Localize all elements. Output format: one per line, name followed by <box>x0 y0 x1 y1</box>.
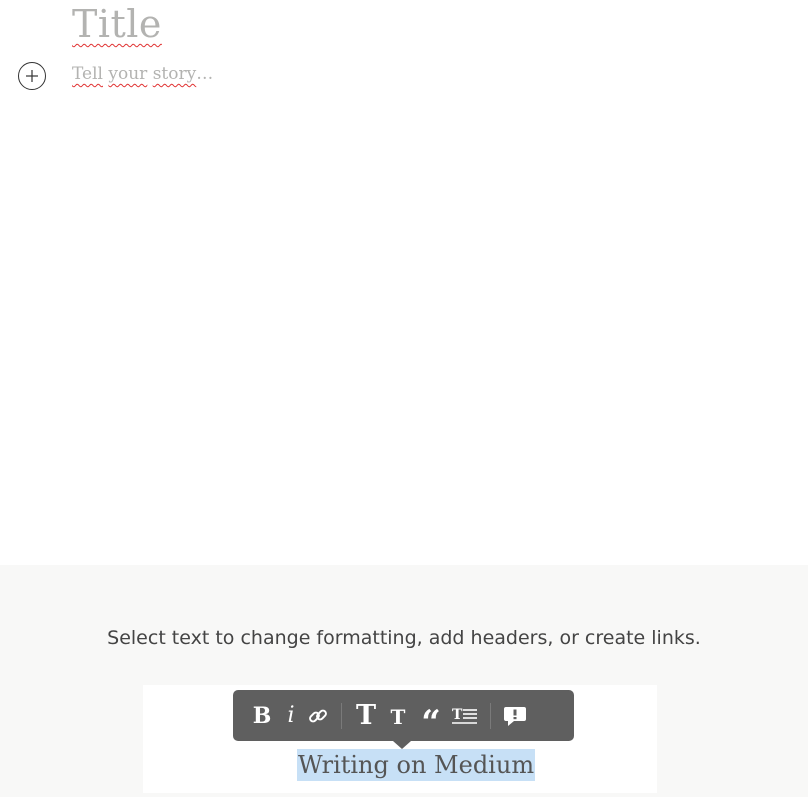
title-placeholder[interactable]: Title <box>72 2 162 46</box>
link-icon <box>309 709 327 722</box>
plus-circle-icon <box>26 70 38 82</box>
editor-area[interactable]: Title Tell your story… <box>0 0 808 565</box>
selected-demo-text: Writing on Medium <box>297 749 536 781</box>
italic-button[interactable]: i <box>279 690 303 741</box>
link-button[interactable] <box>303 690 333 741</box>
add-content-button[interactable] <box>18 62 46 90</box>
story-ellipsis: … <box>196 64 214 84</box>
svg-text:T: T <box>452 707 463 723</box>
text-list-icon: T <box>452 707 477 724</box>
comment-icon <box>504 706 526 726</box>
toolbar-divider <box>341 702 342 729</box>
story-word: Tell <box>72 64 103 84</box>
quote-button[interactable]: “ <box>414 690 448 743</box>
large-heading-button[interactable]: T <box>350 690 382 741</box>
story-word: story <box>152 64 197 84</box>
comment-button[interactable] <box>499 690 531 741</box>
toolbar-divider <box>490 702 491 729</box>
small-heading-button[interactable]: T <box>382 690 414 741</box>
story-word: your <box>108 64 148 84</box>
demo-card: B i T T “ T Writing on Medium <box>143 685 657 793</box>
formatting-toolbar: B i T T “ T <box>233 690 574 749</box>
bold-button[interactable]: B <box>245 690 279 741</box>
story-placeholder[interactable]: Tell your story… <box>72 64 213 84</box>
help-instruction: Select text to change formatting, add he… <box>107 627 701 649</box>
toolbar-pointer <box>393 741 411 749</box>
text-list-button[interactable]: T <box>448 690 482 741</box>
formatting-help-panel: Select text to change formatting, add he… <box>0 565 808 797</box>
